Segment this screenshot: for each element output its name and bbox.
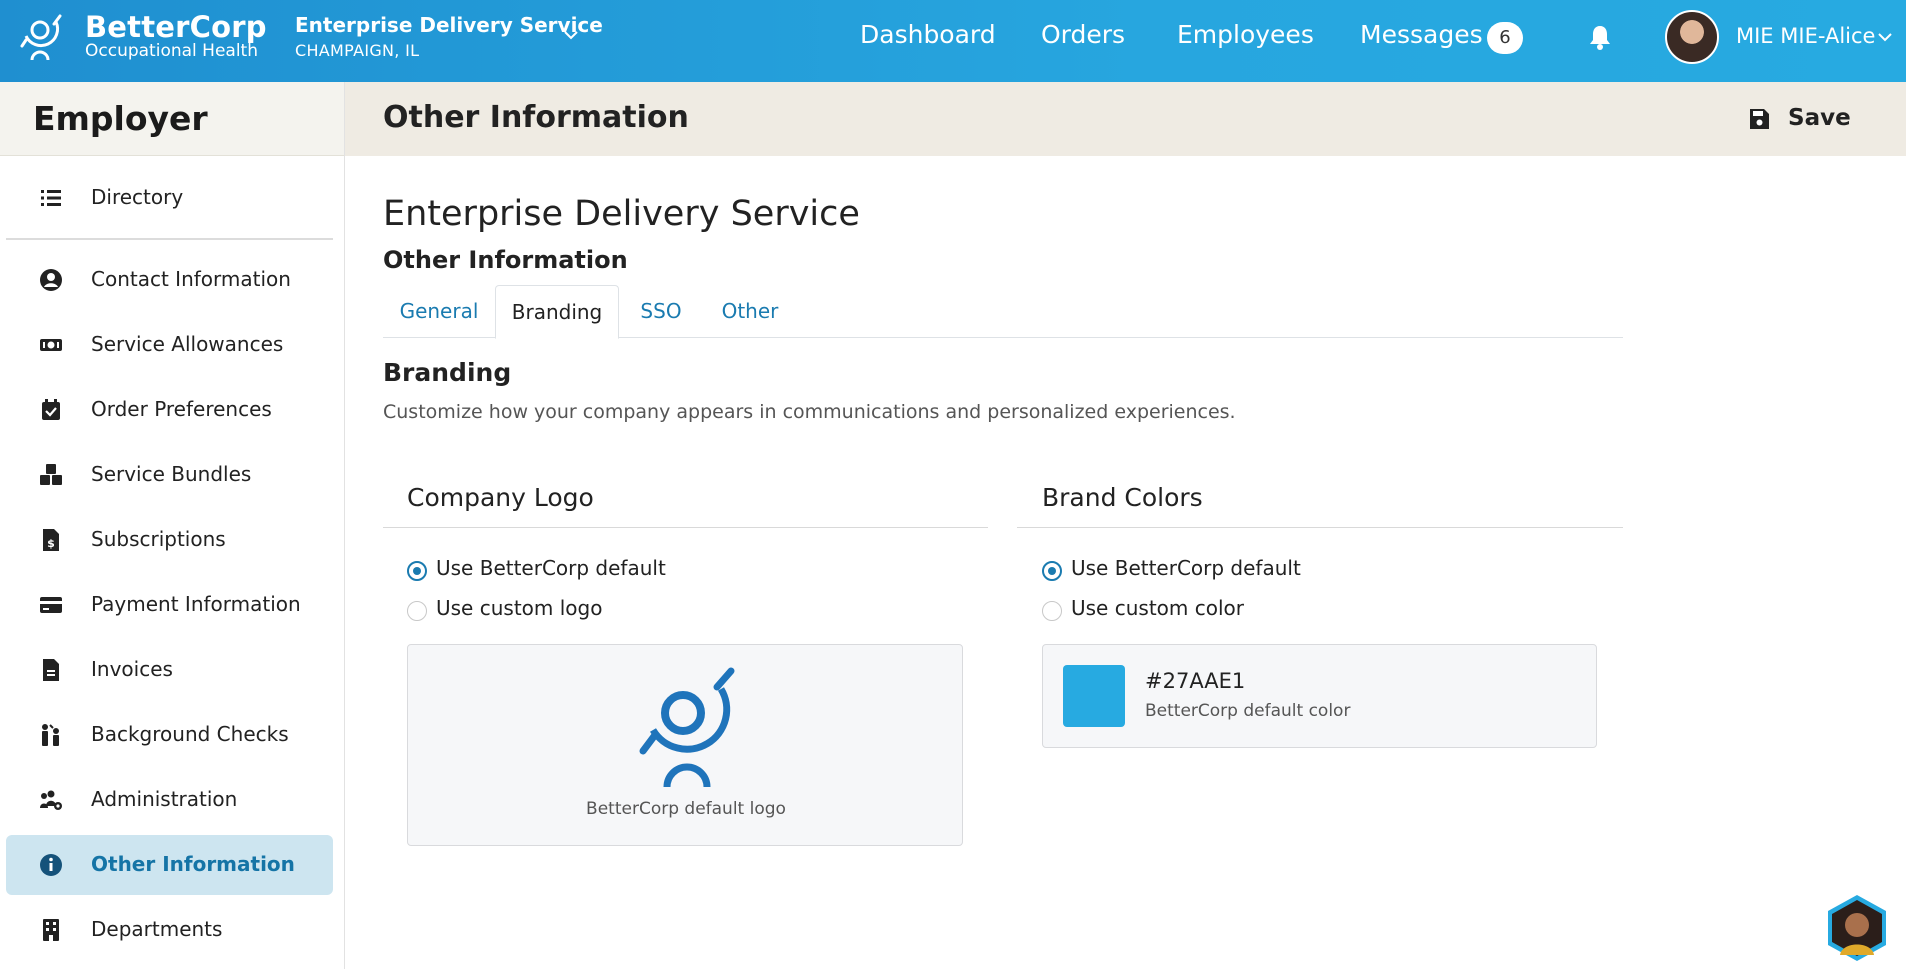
messages-count-badge: 6 bbox=[1487, 22, 1523, 54]
radio-label: Use custom color bbox=[1071, 596, 1244, 620]
sidebar-header: Employer bbox=[0, 82, 344, 156]
nav-orders[interactable]: Orders bbox=[1041, 20, 1125, 49]
brand-name: BetterCorp bbox=[85, 10, 267, 44]
sidebar-title: Employer bbox=[33, 99, 208, 138]
color-hex-value: #27AAE1 bbox=[1145, 669, 1246, 693]
bettercorp-logo-icon[interactable] bbox=[20, 10, 64, 64]
bell-icon[interactable] bbox=[1588, 24, 1612, 50]
radio-button-checked[interactable] bbox=[1042, 561, 1062, 581]
info-circle-icon bbox=[40, 854, 62, 876]
sidebar-item-label: Payment Information bbox=[91, 592, 301, 616]
user-name[interactable]: MIE MIE-Alice bbox=[1736, 24, 1875, 48]
tab-sso[interactable]: SSO bbox=[619, 285, 703, 338]
tab-other[interactable]: Other bbox=[703, 285, 797, 338]
sidebar-item-invoices[interactable]: Invoices bbox=[6, 640, 333, 700]
file-icon bbox=[43, 659, 59, 681]
sidebar-item-contact-information[interactable]: Contact Information bbox=[6, 250, 333, 310]
page-title: Other Information bbox=[383, 100, 689, 135]
color-swatch bbox=[1063, 665, 1125, 727]
chevron-down-icon[interactable] bbox=[562, 28, 580, 42]
company-logo-title: Company Logo bbox=[407, 483, 594, 512]
save-button-label: Save bbox=[1788, 105, 1851, 131]
card-divider bbox=[383, 527, 988, 528]
cubes-icon bbox=[40, 464, 62, 485]
sidebar-item-label: Other Information bbox=[91, 852, 295, 876]
sidebar-item-label: Invoices bbox=[91, 657, 173, 681]
brand-colors-title: Brand Colors bbox=[1042, 483, 1203, 512]
sidebar-item-payment-information[interactable]: Payment Information bbox=[6, 575, 333, 635]
nav-employees[interactable]: Employees bbox=[1177, 20, 1314, 49]
radio-button[interactable] bbox=[1042, 601, 1062, 621]
tab-general[interactable]: General bbox=[383, 285, 495, 338]
calendar-check-icon bbox=[42, 399, 60, 420]
radio-label: Use custom logo bbox=[436, 596, 603, 620]
organization-location: CHAMPAIGN, IL bbox=[295, 41, 420, 60]
sidebar: Employer Directory Contact Information S… bbox=[0, 82, 345, 969]
sidebar-item-other-information[interactable]: Other Information bbox=[6, 835, 333, 895]
assistant-avatar-icon[interactable] bbox=[1822, 893, 1892, 963]
sidebar-item-label: Background Checks bbox=[91, 722, 289, 746]
color-caption: BetterCorp default color bbox=[1145, 701, 1351, 721]
sidebar-item-directory[interactable]: Directory bbox=[6, 168, 333, 228]
bettercorp-default-logo-icon bbox=[639, 667, 735, 788]
sidebar-item-service-bundles[interactable]: Service Bundles bbox=[6, 445, 333, 505]
sidebar-item-departments[interactable]: Departments bbox=[6, 900, 333, 960]
organization-name: Enterprise Delivery Service bbox=[295, 13, 603, 37]
sidebar-item-label: Subscriptions bbox=[91, 527, 226, 551]
logo-preview-caption: BetterCorp default logo bbox=[586, 799, 786, 819]
building-icon bbox=[43, 919, 59, 941]
radio-button[interactable] bbox=[407, 601, 427, 621]
sidebar-item-order-preferences[interactable]: Order Preferences bbox=[6, 380, 333, 440]
nav-dashboard[interactable]: Dashboard bbox=[860, 20, 996, 49]
sidebar-item-label: Directory bbox=[91, 185, 184, 209]
svg-text:$: $ bbox=[47, 537, 55, 550]
sidebar-item-background-checks[interactable]: Background Checks bbox=[6, 705, 333, 765]
card-divider bbox=[1017, 527, 1623, 528]
page-header: Other Information Save bbox=[345, 82, 1906, 156]
radio-label: Use BetterCorp default bbox=[1071, 556, 1301, 580]
credit-card-icon bbox=[40, 597, 62, 613]
sidebar-item-label: Order Preferences bbox=[91, 397, 272, 421]
save-button[interactable]: Save bbox=[1748, 102, 1858, 138]
floppy-disk-icon bbox=[1750, 109, 1769, 129]
invoice-dollar-icon: $ bbox=[43, 529, 59, 551]
sidebar-item-service-allowances[interactable]: Service Allowances bbox=[6, 315, 333, 375]
sidebar-item-label: Service Allowances bbox=[91, 332, 284, 356]
color-preview: #27AAE1 BetterCorp default color bbox=[1042, 644, 1597, 748]
nav-messages[interactable]: Messages bbox=[1360, 20, 1483, 49]
tab-bar: General Branding SSO Other bbox=[383, 285, 1623, 339]
tab-branding[interactable]: Branding bbox=[495, 285, 619, 339]
sidebar-item-label: Departments bbox=[91, 917, 223, 941]
sidebar-divider bbox=[6, 238, 333, 240]
users-cog-icon bbox=[40, 790, 62, 810]
money-icon bbox=[40, 339, 62, 351]
radio-label: Use BetterCorp default bbox=[436, 556, 666, 580]
user-avatar[interactable] bbox=[1665, 10, 1719, 64]
brand-subtitle: Occupational Health bbox=[85, 41, 258, 61]
sidebar-item-label: Contact Information bbox=[91, 267, 291, 291]
sidebar-item-label: Administration bbox=[91, 787, 238, 811]
branding-heading: Branding bbox=[383, 358, 512, 387]
chevron-down-icon[interactable] bbox=[1877, 31, 1893, 43]
top-navigation-bar: BetterCorp Occupational Health Enterpris… bbox=[0, 0, 1906, 82]
user-circle-icon bbox=[40, 269, 62, 291]
company-name: Enterprise Delivery Service bbox=[383, 194, 860, 234]
organization-switcher[interactable]: Enterprise Delivery Service CHAMPAIGN, I… bbox=[295, 13, 603, 60]
sidebar-item-administration[interactable]: Administration bbox=[6, 770, 333, 830]
branding-description: Customize how your company appears in co… bbox=[383, 401, 1236, 423]
sidebar-item-label: Service Bundles bbox=[91, 462, 252, 486]
section-title: Other Information bbox=[383, 246, 628, 274]
radio-button-checked[interactable] bbox=[407, 561, 427, 581]
people-check-icon bbox=[42, 724, 59, 746]
logo-preview: BetterCorp default logo bbox=[407, 644, 963, 846]
sidebar-item-subscriptions[interactable]: $ Subscriptions bbox=[6, 510, 333, 570]
list-icon bbox=[41, 190, 61, 206]
